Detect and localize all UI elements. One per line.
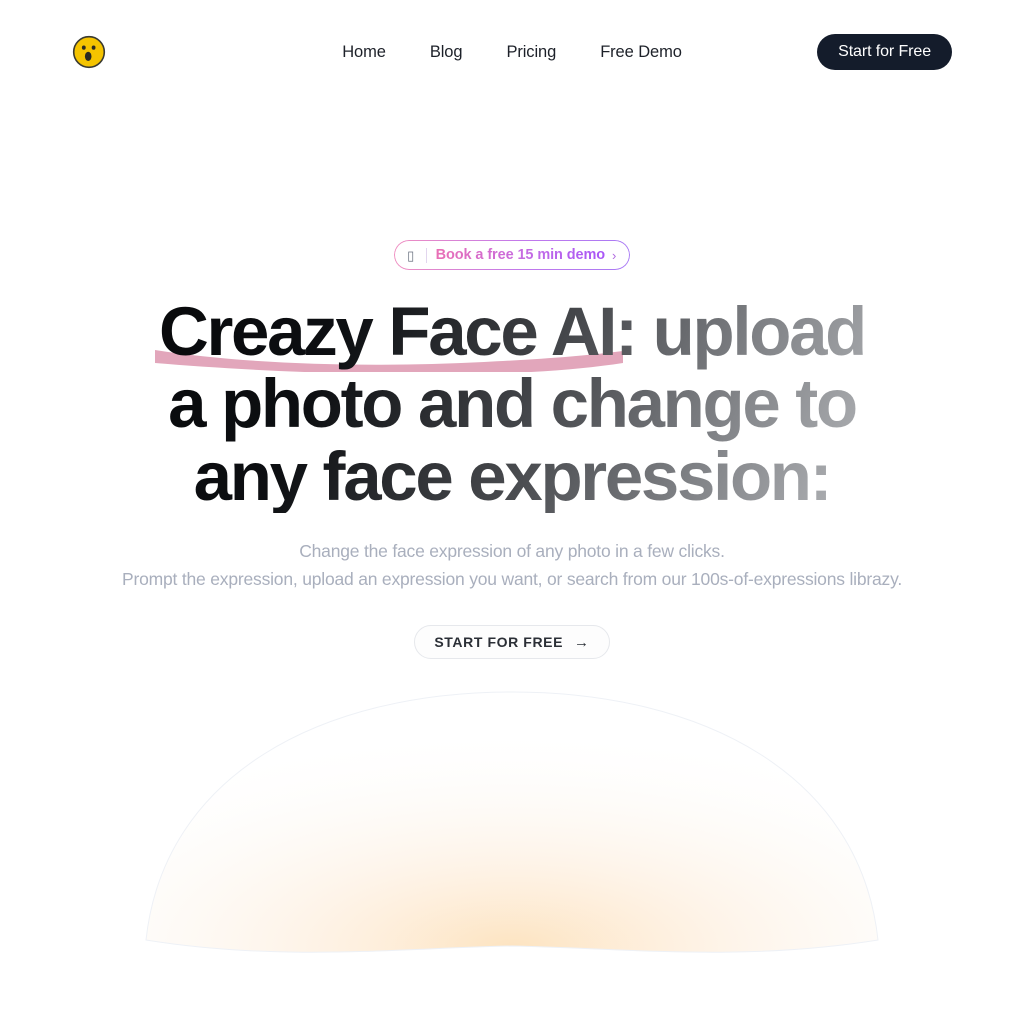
start-for-free-hero-button[interactable]: START FOR FREE → (414, 625, 610, 660)
site-header: Home Blog Pricing Free Demo Start for Fr… (0, 0, 1024, 104)
headline-wrapper: Creazy Face AI: upload a photo and chang… (0, 295, 1024, 513)
nav-item-pricing[interactable]: Pricing (506, 44, 556, 61)
subtitle-line-1: Change the face expression of any photo … (299, 541, 725, 562)
page-title: Creazy Face AI: upload a photo and chang… (142, 295, 882, 513)
book-demo-badge[interactable]: ▯ Book a free 15 min demo › (393, 240, 631, 270)
nav-item-home[interactable]: Home (342, 44, 386, 61)
nav-item-blog[interactable]: Blog (430, 44, 463, 61)
calendar-placeholder-icon: ▯ (407, 247, 415, 263)
start-for-free-header-button[interactable]: Start for Free (817, 34, 952, 70)
nav-item-free-demo[interactable]: Free Demo (600, 44, 682, 61)
subtitle-line-2: Prompt the expression, upload an express… (121, 569, 902, 590)
hero-subtitle: Change the face expression of any photo … (122, 537, 902, 593)
landing-page: Home Blog Pricing Free Demo Start for Fr… (0, 0, 1024, 1024)
badge-label: Book a free 15 min demo (435, 247, 605, 263)
arrow-right-icon: → (574, 633, 590, 651)
hero-section: ▯ Book a free 15 min demo › Creazy Face … (0, 104, 1024, 660)
hero-dome-decoration (145, 691, 879, 953)
cta-label: START FOR FREE (434, 634, 564, 651)
badge-divider (425, 247, 427, 263)
surprised-face-emoji-icon[interactable] (72, 35, 106, 69)
chevron-right-icon: › (612, 247, 617, 263)
